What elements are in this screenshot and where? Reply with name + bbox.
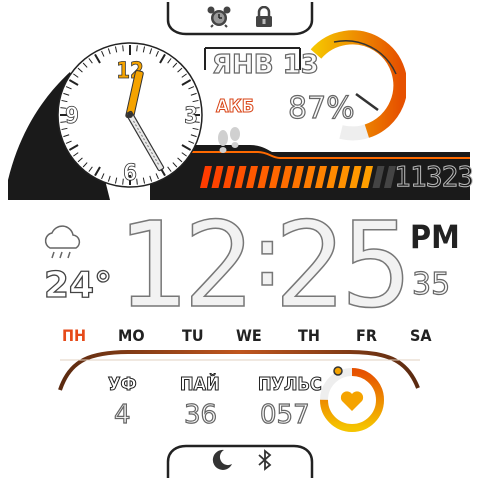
- watch-face: 12 3 6 9 ЯНВ 13 АКБ 87% 11323 24° 12: 2…: [0, 0, 480, 480]
- battery-label: АКБ: [215, 96, 255, 118]
- bluetooth-icon[interactable]: [256, 448, 274, 472]
- steps-segment: [234, 166, 247, 188]
- analog-clock: 12 3 6 9: [57, 42, 203, 188]
- moon-icon[interactable]: [208, 448, 234, 472]
- steps-segment: [326, 166, 339, 188]
- clock-tick: [136, 45, 138, 52]
- top-frame: [166, 2, 314, 36]
- footsteps-icon: [214, 126, 244, 160]
- steps-segment: [372, 166, 385, 188]
- steps-segment: [315, 166, 327, 188]
- weather-temp: 24°: [43, 265, 113, 306]
- numeral-9: 9: [65, 104, 79, 129]
- steps-segment: [223, 166, 235, 188]
- steps-segment: [361, 166, 373, 188]
- clock-tick: [122, 45, 124, 52]
- pulse-label: ПУЛЬС: [258, 374, 323, 395]
- digital-minutes: 25: [273, 196, 413, 334]
- weekday-th: TH: [298, 326, 320, 345]
- steps-segment: [280, 166, 293, 188]
- heart-gauge[interactable]: [316, 364, 388, 436]
- steps-segment: [349, 166, 362, 188]
- pulse-value: 057: [259, 400, 310, 430]
- weekday-fr: FR: [356, 326, 377, 345]
- weekday-active: ПН: [62, 326, 87, 345]
- weekday-mo: MO: [118, 326, 145, 345]
- steps-segment: [292, 166, 304, 188]
- pai-label: ПАЙ: [180, 374, 221, 395]
- lock-icon[interactable]: [254, 5, 274, 28]
- uv-label: УФ: [108, 374, 138, 395]
- steps-value: 11323: [393, 160, 474, 194]
- steps-segment: [269, 166, 281, 188]
- weekday-we: WE: [236, 326, 262, 345]
- uv-value: 4: [113, 400, 131, 430]
- steps-segment: [257, 166, 270, 188]
- steps-segment: [246, 166, 258, 188]
- cloud-rain-icon: [40, 222, 86, 262]
- heart-icon: [340, 391, 364, 411]
- alarm-clock-icon[interactable]: [206, 6, 232, 28]
- digital-seconds: 35: [411, 267, 451, 302]
- steps-segment: [303, 166, 316, 188]
- bottom-frame: [166, 444, 314, 478]
- steps-segment: [211, 166, 224, 188]
- steps-progress-bar: [200, 166, 396, 188]
- numeral-6: 6: [123, 161, 137, 186]
- numeral-3: 3: [184, 104, 198, 129]
- weekday-tu: TU: [182, 326, 204, 345]
- weekday-sa: SA: [410, 326, 432, 345]
- battery-needle: [355, 92, 379, 112]
- ampm-indicator: PM: [410, 218, 460, 256]
- digital-hours: 12: [115, 196, 255, 334]
- battery-gauge: [310, 30, 406, 141]
- steps-segment: [338, 166, 350, 188]
- pai-value: 36: [183, 400, 218, 430]
- steps-segment: [200, 166, 212, 188]
